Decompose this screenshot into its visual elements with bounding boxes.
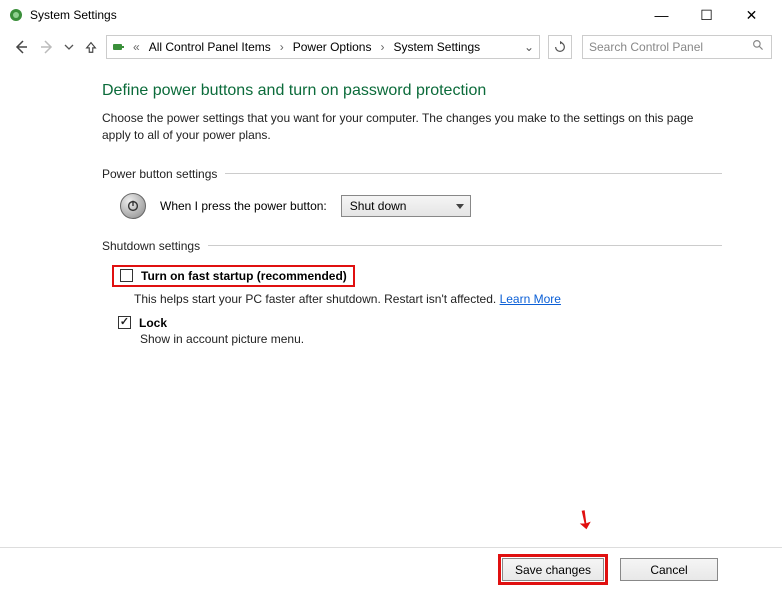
lock-checkbox[interactable] (118, 316, 131, 329)
lock-title: Lock (139, 316, 167, 330)
fast-startup-desc: This helps start your PC faster after sh… (134, 292, 722, 306)
fast-startup-title: Turn on fast startup (recommended) (141, 269, 347, 283)
dropdown-selected: Shut down (350, 199, 407, 213)
chevron-right-icon: › (378, 40, 386, 54)
lock-desc: Show in account picture menu. (140, 332, 722, 346)
section-header-power-button: Power button settings (102, 167, 722, 181)
search-placeholder: Search Control Panel (589, 40, 752, 54)
power-button-action-dropdown[interactable]: Shut down (341, 195, 471, 217)
save-button-highlight: Save changes (498, 554, 608, 585)
breadcrumb-item[interactable]: System Settings (390, 38, 483, 56)
fast-startup-checkbox[interactable] (120, 269, 133, 282)
up-button[interactable] (80, 36, 102, 58)
breadcrumb[interactable]: « All Control Panel Items › Power Option… (106, 35, 540, 59)
title-bar: System Settings — ☐ ✕ (0, 0, 782, 30)
recent-locations-button[interactable] (62, 36, 76, 58)
fast-startup-highlight: Turn on fast startup (recommended) (112, 265, 355, 287)
maximize-button[interactable]: ☐ (684, 0, 729, 30)
page-description: Choose the power settings that you want … (102, 110, 722, 145)
divider (208, 245, 722, 246)
window-title: System Settings (30, 8, 117, 22)
power-icon (120, 193, 146, 219)
divider (225, 173, 722, 174)
section-label: Shutdown settings (102, 239, 200, 253)
minimize-button[interactable]: — (639, 0, 684, 30)
footer: Save changes Cancel (0, 547, 782, 591)
breadcrumb-item[interactable]: All Control Panel Items (146, 38, 274, 56)
back-button[interactable] (10, 36, 32, 58)
chevron-right-icon: › (278, 40, 286, 54)
forward-button[interactable] (36, 36, 58, 58)
breadcrumb-item[interactable]: Power Options (290, 38, 375, 56)
cancel-button[interactable]: Cancel (620, 558, 718, 581)
app-icon (8, 7, 24, 23)
learn-more-link[interactable]: Learn More (500, 292, 561, 306)
annotation-arrow-icon: ➘ (567, 501, 603, 539)
save-button[interactable]: Save changes (502, 558, 604, 581)
breadcrumb-prefix: « (131, 40, 142, 54)
page-title: Define power buttons and turn on passwor… (102, 82, 722, 100)
section-header-shutdown: Shutdown settings (102, 239, 722, 253)
main-content: Define power buttons and turn on passwor… (0, 64, 782, 346)
refresh-button[interactable] (548, 35, 572, 59)
search-input[interactable]: Search Control Panel (582, 35, 772, 59)
close-button[interactable]: ✕ (729, 0, 774, 30)
battery-icon (111, 39, 127, 55)
search-icon (752, 39, 765, 55)
nav-bar: « All Control Panel Items › Power Option… (0, 30, 782, 64)
chevron-down-icon[interactable]: ⌄ (523, 40, 535, 54)
section-label: Power button settings (102, 167, 217, 181)
power-button-press-label: When I press the power button: (160, 199, 327, 213)
